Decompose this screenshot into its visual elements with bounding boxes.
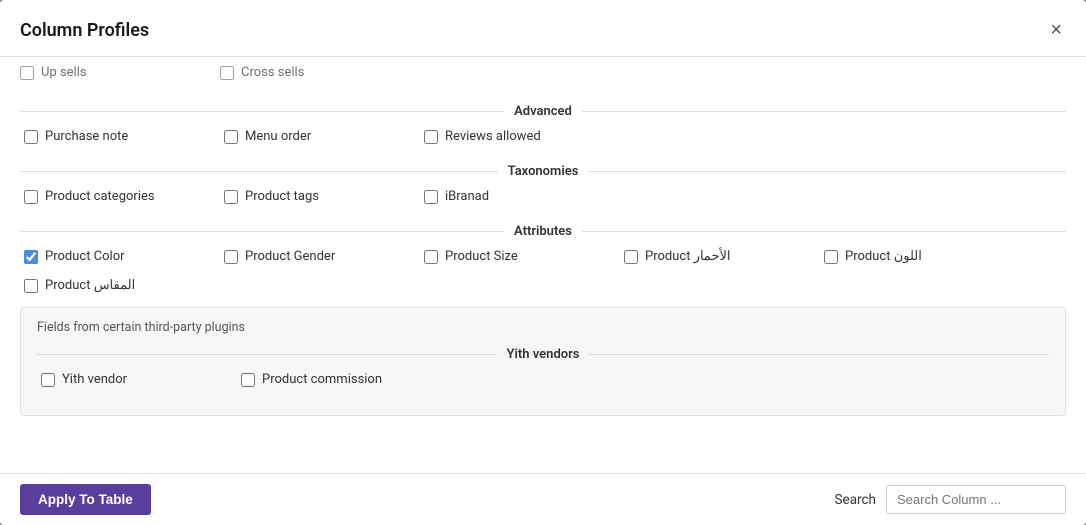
top-partial-row: Up sells Cross sells	[20, 57, 1066, 90]
list-item: Product categories	[24, 189, 224, 204]
product-color-label: Product Color	[45, 249, 125, 264]
cross-sells-checkbox[interactable]	[220, 66, 234, 80]
attributes-checkbox-grid: Product Color Product Gender Product Siz…	[20, 249, 1066, 299]
advanced-checkbox-grid: Purchase note Menu order Reviews allowed	[20, 129, 1066, 150]
sub-section-line-right	[589, 354, 1049, 355]
modal-footer: Apply To Table Search	[0, 473, 1086, 525]
product-size-checkbox[interactable]	[424, 250, 438, 264]
product-commission-checkbox[interactable]	[241, 373, 255, 387]
product-categories-checkbox[interactable]	[24, 190, 38, 204]
product-categories-label: Product categories	[45, 189, 155, 204]
yith-section-header: Yith vendors	[37, 347, 1049, 362]
list-item: Menu order	[224, 129, 424, 144]
product-gender-checkbox[interactable]	[224, 250, 238, 264]
section-line-right	[588, 171, 1066, 172]
list-item: iBranad	[424, 189, 624, 204]
sub-section-line-left	[37, 354, 497, 355]
section-line-right	[582, 231, 1066, 232]
list-item: Product tags	[224, 189, 424, 204]
search-column-input[interactable]	[886, 485, 1066, 514]
modal-header: Column Profiles ×	[0, 0, 1086, 57]
taxonomies-checkbox-grid: Product categories Product tags iBranad	[20, 189, 1066, 210]
product-gender-label: Product Gender	[245, 249, 335, 264]
attributes-section: Attributes Product Color Product Gender …	[20, 224, 1066, 299]
modal-overlay: Column Profiles × Up sells Cross sells	[0, 0, 1086, 525]
list-item: Up sells	[20, 65, 220, 80]
list-item: Yith vendor	[41, 372, 241, 387]
search-label: Search	[835, 492, 876, 508]
product-tags-label: Product tags	[245, 189, 319, 204]
modal-body: Up sells Cross sells Advanced Purch	[0, 57, 1086, 473]
section-line-left	[20, 111, 504, 112]
third-party-box: Fields from certain third-party plugins …	[20, 307, 1066, 416]
taxonomies-section-title: Taxonomies	[508, 164, 579, 179]
purchase-note-checkbox[interactable]	[24, 130, 38, 144]
attributes-section-header: Attributes	[20, 224, 1066, 239]
advanced-section: Advanced Purchase note Menu order Review…	[20, 104, 1066, 150]
list-item: Reviews allowed	[424, 129, 624, 144]
ibranad-checkbox[interactable]	[424, 190, 438, 204]
taxonomies-section: Taxonomies Product categories Product ta…	[20, 164, 1066, 210]
section-line-right	[582, 111, 1066, 112]
yith-vendor-checkbox[interactable]	[41, 373, 55, 387]
modal-title: Column Profiles	[20, 20, 149, 41]
section-line-left	[20, 171, 498, 172]
list-item: Purchase note	[24, 129, 224, 144]
product-almqas-checkbox[interactable]	[24, 279, 38, 293]
product-almqas-label: Product المقاس	[45, 278, 135, 293]
section-line-left	[20, 231, 504, 232]
list-item: Product commission	[241, 372, 441, 387]
product-allawn-checkbox[interactable]	[824, 250, 838, 264]
cross-sells-label: Cross sells	[241, 65, 304, 80]
advanced-section-title: Advanced	[514, 104, 572, 119]
product-color-checkbox[interactable]	[24, 250, 38, 264]
third-party-title: Fields from certain third-party plugins	[37, 320, 1049, 335]
up-sells-label: Up sells	[41, 65, 87, 80]
list-item: Product المقاس	[24, 278, 224, 293]
product-tags-checkbox[interactable]	[224, 190, 238, 204]
product-ahmar-label: Product الأحمار	[645, 249, 731, 264]
yith-section-title: Yith vendors	[507, 347, 580, 362]
menu-order-checkbox[interactable]	[224, 130, 238, 144]
list-item: Product الأحمار	[624, 249, 824, 264]
reviews-allowed-label: Reviews allowed	[445, 129, 541, 144]
reviews-allowed-checkbox[interactable]	[424, 130, 438, 144]
yith-vendor-label: Yith vendor	[62, 372, 127, 387]
product-allawn-label: Product اللون	[845, 249, 922, 264]
list-item: Product Size	[424, 249, 624, 264]
advanced-section-header: Advanced	[20, 104, 1066, 119]
list-item: Product Color	[24, 249, 224, 264]
menu-order-label: Menu order	[245, 129, 311, 144]
list-item: Product Gender	[224, 249, 424, 264]
apply-to-table-button[interactable]: Apply To Table	[20, 484, 151, 515]
ibranad-label: iBranad	[445, 189, 489, 204]
up-sells-checkbox[interactable]	[20, 66, 34, 80]
product-size-label: Product Size	[445, 249, 518, 264]
attributes-section-title: Attributes	[514, 224, 572, 239]
close-button[interactable]: ×	[1046, 16, 1066, 44]
taxonomies-section-header: Taxonomies	[20, 164, 1066, 179]
product-commission-label: Product commission	[262, 372, 382, 387]
column-profiles-modal: Column Profiles × Up sells Cross sells	[0, 0, 1086, 525]
yith-checkbox-grid: Yith vendor Product commission	[37, 372, 1049, 393]
purchase-note-label: Purchase note	[45, 129, 128, 144]
list-item: Product اللون	[824, 249, 1024, 264]
product-ahmar-checkbox[interactable]	[624, 250, 638, 264]
list-item: Cross sells	[220, 65, 420, 80]
search-area: Search	[835, 485, 1066, 514]
